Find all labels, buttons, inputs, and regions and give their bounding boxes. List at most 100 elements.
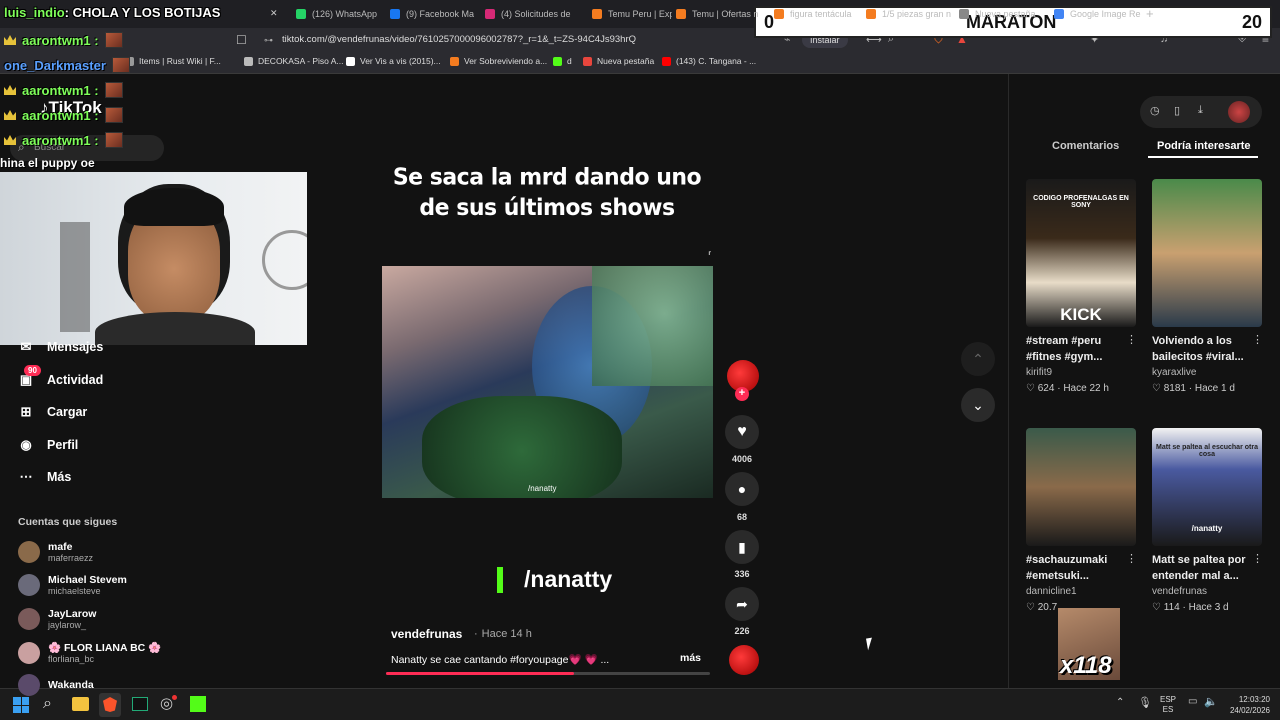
bookmark-item[interactable]: Nueva pestaña — [583, 56, 654, 66]
follow-plus-icon[interactable]: + — [735, 387, 749, 401]
save-button[interactable]: ▮ — [725, 530, 759, 564]
sound-icon[interactable]: ⸢ — [708, 251, 712, 262]
card-options-icon[interactable]: ⋮ — [1252, 333, 1263, 346]
video-thumbnail[interactable] — [1026, 428, 1136, 546]
new-tab-button[interactable]: + — [1146, 6, 1154, 21]
card-meta: ♡ 624 · Hace 22 h — [1026, 383, 1109, 394]
card-user[interactable]: kyaraxlive — [1152, 367, 1196, 378]
sidebar-item-mensajes[interactable]: ✉ Mensajes — [18, 339, 104, 355]
sidebar-item-cargar[interactable]: ⊞ Cargar — [18, 404, 88, 420]
site-info-icon[interactable]: ⊶ — [264, 35, 273, 46]
more-link[interactable]: más — [680, 652, 701, 664]
video-time-text: Hace 14 h — [481, 628, 532, 640]
tab-close-icon[interactable]: ✕ — [270, 8, 278, 19]
streamer-title: CHOLA Y LOS BOTIJAS — [72, 5, 221, 20]
tab-recommended[interactable]: Podría interesarte — [1157, 140, 1251, 152]
card-options-icon[interactable]: ⋮ — [1126, 333, 1137, 346]
tray-expand-icon[interactable]: ⌃ — [1116, 697, 1124, 708]
bookmark-favicon-icon — [583, 56, 592, 66]
card-user[interactable]: kirifit9 — [1026, 367, 1052, 378]
comment-icon: ● — [737, 481, 747, 497]
device-icon[interactable]: ▯ — [1174, 104, 1180, 117]
tab-label: Temu Peru | Expl — [608, 9, 672, 19]
browser-tab[interactable]: Google Image Re — [1054, 4, 1144, 24]
browser-tab[interactable]: Temu | Ofertas n — [676, 4, 768, 24]
like-button[interactable]: ♥ — [725, 415, 759, 449]
kick-icon[interactable] — [190, 696, 206, 712]
taskbar-search-icon[interactable]: ⌕ — [43, 695, 52, 713]
video-thumbnail[interactable]: Matt se paltea al escuchar otra cosa/nan… — [1152, 428, 1262, 546]
browser-tab[interactable]: figura tentácula — [774, 4, 860, 24]
history-icon[interactable]: ◷ — [1150, 104, 1160, 117]
bookmark-item[interactable]: Items | Rust Wiki | F... — [125, 56, 221, 66]
browser-tab[interactable]: 1/5 piezas gran n — [866, 4, 954, 24]
card-user[interactable]: dannicline1 — [1026, 586, 1077, 597]
tab-favicon-icon — [676, 9, 686, 19]
bookmark-item[interactable]: Ver Sobreviviendo a... — [450, 56, 547, 66]
thumbnail-subtext: /nanatty — [1191, 524, 1223, 533]
video-player[interactable]: /nanatty — [382, 266, 713, 498]
following-item[interactable]: 🌸 FLOR LIANA BC 🌸 florliana_bc — [18, 641, 161, 664]
network-icon[interactable]: ▭ — [1188, 696, 1197, 707]
card-options-icon[interactable]: ⋮ — [1126, 552, 1137, 565]
browser-tab[interactable]: (4) Solicitudes de — [485, 4, 585, 24]
video-thumbnail[interactable] — [1152, 179, 1262, 327]
chat-emote-image — [104, 132, 123, 148]
card-likes: 20.7 — [1037, 602, 1058, 613]
video-progress-track[interactable] — [386, 672, 710, 675]
bookmark-item[interactable]: d — [553, 56, 572, 66]
bookmark-favicon-icon — [553, 56, 562, 66]
browser-tab[interactable]: Nueva pestaña — [959, 4, 1047, 24]
bookmark-icon[interactable]: ☐ — [236, 33, 247, 47]
url-field[interactable]: tiktok.com/@vendefrunas/video/7610257000… — [258, 31, 778, 49]
tab-comments[interactable]: Comentarios — [1052, 140, 1119, 152]
chat-line: one_Darkmaster — [4, 57, 130, 73]
bookmark-item[interactable]: (143) C. Tangana - ... — [662, 56, 756, 66]
microphone-icon[interactable]: 🎙 — [1138, 696, 1152, 709]
previous-video-button[interactable]: ⌃ — [961, 342, 995, 376]
webcam-feed — [0, 172, 307, 345]
bookmark-favicon-icon — [346, 56, 355, 66]
following-item[interactable]: Michael Stevem michaelsteve — [18, 574, 127, 596]
following-item[interactable]: Wakanda — [18, 674, 94, 696]
heart-outline-icon: ♡ — [1026, 383, 1038, 394]
user-avatar[interactable] — [1228, 101, 1250, 123]
share-button[interactable]: ➦ — [725, 587, 759, 621]
language-sub: ES — [1162, 705, 1174, 714]
comment-button[interactable]: ● — [725, 472, 759, 506]
language-indicator[interactable]: ESP ES — [1160, 695, 1176, 715]
language-code: ESP — [1160, 695, 1177, 704]
download-icon[interactable]: ⤓ — [1198, 104, 1203, 117]
chat-emote-image — [104, 107, 123, 123]
browser-tab[interactable]: (126) WhatsApp — [296, 4, 384, 24]
card-time: Hace 22 h — [1063, 383, 1109, 394]
card-title[interactable]: Matt se paltea por entender mal a... — [1152, 552, 1262, 584]
following-item[interactable]: JayLarow jaylarow_ — [18, 608, 96, 630]
active-tab-underline — [1148, 156, 1258, 158]
clock[interactable]: 12:03:20 24/02/2026 — [1226, 694, 1270, 716]
following-item[interactable]: mafe maferraezz — [18, 541, 93, 563]
bookmark-item[interactable]: Ver Vis a vis (2015)... — [346, 56, 441, 66]
start-button[interactable] — [13, 697, 29, 713]
browser-tab[interactable]: Temu Peru | Expl — [592, 4, 672, 24]
bookmark-item[interactable]: DECOKASA - Piso A... — [244, 56, 344, 66]
tab-label: Google Image Re — [1070, 9, 1141, 19]
sidebar-item-más[interactable]: ⋯ Más — [18, 469, 72, 485]
video-thumbnail[interactable]: CODIGO PROFENALGAS EN SONY KICK — [1026, 179, 1136, 327]
terminal-icon[interactable] — [132, 697, 148, 711]
card-title[interactable]: #stream #peru #fitnes #gym... — [1026, 333, 1136, 365]
sidebar-item-perfil[interactable]: ◉ Perfil — [18, 437, 78, 453]
card-options-icon[interactable]: ⋮ — [1252, 552, 1263, 565]
card-title[interactable]: Volviendo a los bailecitos #viral... — [1152, 333, 1262, 365]
following-title: Cuentas que sigues — [18, 516, 118, 528]
video-author[interactable]: vendefrunas — [391, 627, 462, 641]
file-explorer-icon[interactable] — [72, 697, 89, 711]
browser-taskbar-slot[interactable] — [99, 693, 121, 717]
chat-message: hina el puppy oe — [0, 156, 95, 170]
volume-icon[interactable]: 🔈 — [1204, 695, 1218, 708]
card-user[interactable]: vendefrunas — [1152, 586, 1207, 597]
sound-disc[interactable] — [729, 645, 759, 675]
card-title[interactable]: #sachauzumaki #emetsuki... — [1026, 552, 1136, 584]
browser-tab[interactable]: (9) Facebook Ma — [390, 4, 480, 24]
next-video-button[interactable]: ⌄ — [961, 388, 995, 422]
